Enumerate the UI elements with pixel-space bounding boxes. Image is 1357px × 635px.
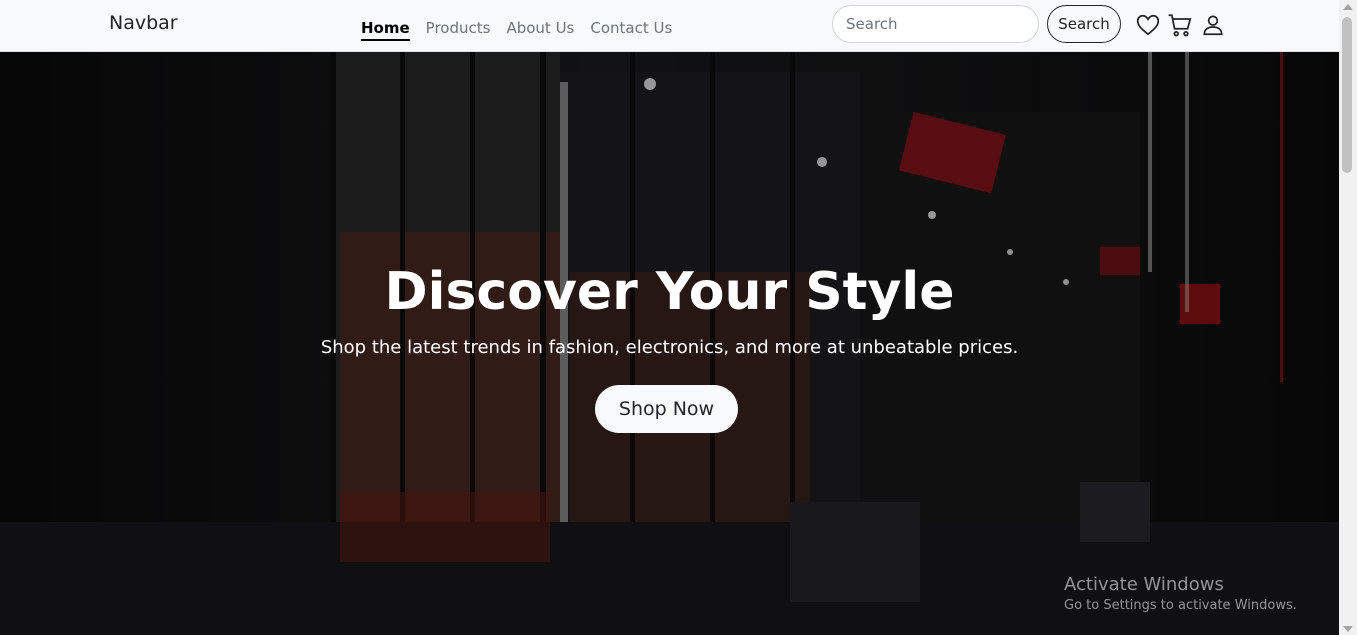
scroll-up-arrow-icon[interactable] (1343, 4, 1353, 10)
navbar: Navbar Home Products About Us Contact Us… (0, 0, 1339, 52)
scroll-down-arrow-icon[interactable] (1343, 626, 1353, 632)
cart-icon[interactable] (1167, 12, 1193, 38)
nav-link-products[interactable]: Products (426, 19, 491, 41)
hero-title: Discover Your Style (384, 262, 955, 322)
hero-section: Discover Your Style Shop the latest tren… (0, 52, 1339, 635)
hero-subtitle: Shop the latest trends in fashion, elect… (320, 337, 1019, 358)
nav-link-home[interactable]: Home (361, 19, 410, 41)
user-icon[interactable] (1200, 12, 1226, 38)
search-input[interactable] (832, 5, 1039, 43)
heart-icon[interactable] (1135, 12, 1161, 38)
scrollbar-thumb[interactable] (1342, 17, 1352, 173)
shop-now-button[interactable]: Shop Now (595, 385, 738, 433)
nav-link-contact-us[interactable]: Contact Us (590, 19, 672, 41)
nav-link-about-us[interactable]: About Us (506, 19, 574, 41)
nav-links: Home Products About Us Contact Us (361, 19, 672, 41)
activate-windows-subtitle: Go to Settings to activate Windows. (1064, 598, 1297, 613)
brand-link[interactable]: Navbar (109, 12, 178, 34)
search-button[interactable]: Search (1047, 5, 1121, 43)
activate-windows-title: Activate Windows (1064, 574, 1224, 595)
